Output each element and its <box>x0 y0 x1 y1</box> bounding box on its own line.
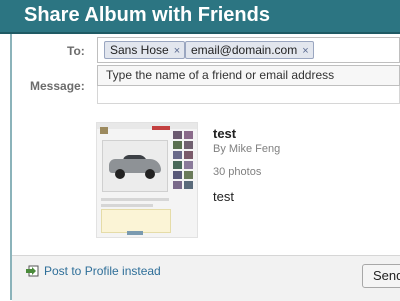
photo-grid-preview <box>173 131 195 197</box>
recipient-chip[interactable]: Sans Hose × <box>104 41 186 59</box>
message-textarea[interactable] <box>97 86 400 104</box>
dialog-title: Share Album with Friends <box>24 4 270 26</box>
album-title: test <box>213 126 237 141</box>
album-thumbnail <box>96 122 198 238</box>
recipient-chip[interactable]: email@domain.com × <box>185 41 314 59</box>
recipient-chip-label: email@domain.com <box>191 43 298 57</box>
album-photo-count: 30 photos <box>213 166 262 178</box>
recipient-chip-label: Sans Hose <box>110 43 169 57</box>
recipient-input[interactable]: Sans Hose × email@domain.com × <box>97 37 400 63</box>
remove-recipient-icon[interactable]: × <box>302 45 308 57</box>
post-to-profile-link[interactable]: Post to Profile instead <box>26 264 161 280</box>
post-to-profile-icon <box>26 265 40 280</box>
dialog-header: Share Album with Friends <box>0 0 400 34</box>
share-album-dialog: Share Album with Friends To: Sans Hose × … <box>0 0 400 301</box>
post-to-profile-label: Post to Profile instead <box>44 264 161 278</box>
album-author: By Mike Feng <box>213 143 281 155</box>
car-photo-preview <box>102 140 168 192</box>
to-label: To: <box>67 44 85 58</box>
send-button[interactable]: Send <box>362 264 400 288</box>
message-label: Message: <box>30 79 85 93</box>
album-description: test <box>213 189 234 204</box>
remove-recipient-icon[interactable]: × <box>174 45 180 57</box>
recipient-suggestion-hint: Type the name of a friend or email addre… <box>97 65 400 86</box>
